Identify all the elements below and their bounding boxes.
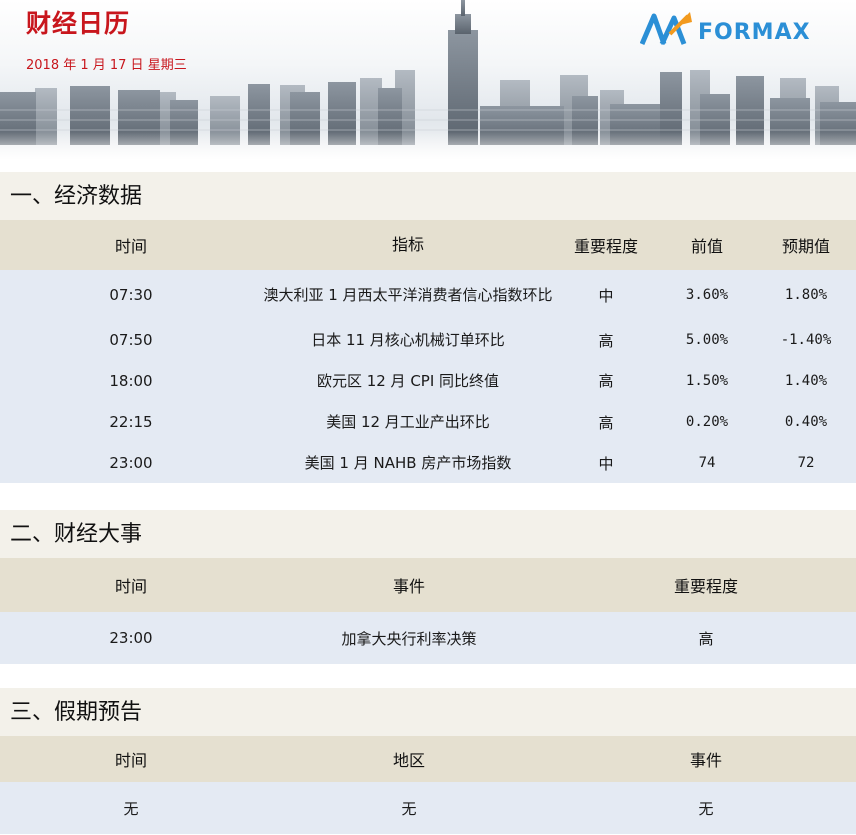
- row-importance: 中: [598, 286, 614, 305]
- financial-events-section: 二、财经大事 时间 事件 重要程度 23:00 加拿大央行利率决策 高: [0, 510, 856, 664]
- row-time: 07:50: [109, 331, 153, 349]
- row-previous: 5.00%: [685, 332, 729, 348]
- col-header-time: 时间: [114, 751, 147, 770]
- holidays-section: 三、假期预告 时间 地区 事件 无 无 无: [0, 688, 856, 834]
- row-importance: 高: [698, 629, 714, 648]
- row-event: 加拿大央行利率决策: [341, 629, 477, 648]
- col-header-event: 事件: [689, 751, 722, 770]
- row-previous: 0.20%: [685, 414, 729, 430]
- table-row: 22:15 美国 12 月工业产出环比 高 0.20% 0.40%: [0, 401, 856, 443]
- economic-data-header-row: 时间 指标 重要程度 前值 预期值: [0, 220, 856, 270]
- col-header-forecast: 预期值: [781, 237, 830, 256]
- col-header-importance: 重要程度: [673, 577, 738, 596]
- row-forecast: 0.40%: [784, 414, 828, 430]
- col-header-event: 事件: [392, 577, 425, 596]
- economic-data-heading: 一、经济数据: [0, 172, 856, 220]
- row-importance: 高: [598, 331, 614, 350]
- financial-events-heading: 二、财经大事: [0, 510, 856, 558]
- col-header-importance: 重要程度: [573, 237, 638, 256]
- col-header-region: 地区: [392, 751, 425, 770]
- row-indicator: 美国 12 月工业产出环比: [326, 413, 490, 431]
- row-indicator: 日本 11 月核心机械订单环比: [311, 331, 505, 349]
- table-row: 07:50 日本 11 月核心机械订单环比 高 5.00% -1.40%: [0, 320, 856, 360]
- row-importance: 高: [598, 413, 614, 432]
- row-time: 07:30: [109, 286, 153, 304]
- row-event: 无: [698, 799, 714, 818]
- financial-events-header-row: 时间 事件 重要程度: [0, 558, 856, 612]
- table-row: 07:30 澳大利亚 1 月西太平洋消费者信心指数环比 中 3.60% 1.80…: [0, 270, 856, 320]
- row-indicator: 欧元区 12 月 CPI 同比终值: [316, 371, 500, 390]
- row-time: 23:00: [109, 629, 153, 647]
- row-time: 无: [123, 799, 139, 818]
- formax-logo-icon: [640, 12, 692, 46]
- holidays-heading: 三、假期预告: [0, 688, 856, 736]
- row-forecast: -1.40%: [780, 332, 832, 348]
- row-indicator: 美国 1 月 NAHB 房产市场指数: [304, 454, 512, 472]
- date-label: 2018 年 1 月 17 日 星期三: [26, 58, 187, 73]
- row-forecast: 1.40%: [784, 372, 828, 389]
- page-title: 财经日历: [26, 9, 131, 38]
- formax-logo-text: FORMAX: [698, 20, 811, 45]
- row-previous: 3.60%: [685, 287, 729, 303]
- row-indicator: 澳大利亚 1 月西太平洋消费者信心指数环比: [263, 286, 553, 304]
- row-previous: 74: [698, 455, 716, 471]
- row-importance: 中: [598, 454, 614, 473]
- header-banner: 财经日历 2018 年 1 月 17 日 星期三 FORMAX: [0, 0, 856, 160]
- col-header-time: 时间: [114, 577, 147, 596]
- row-time: 18:00: [109, 371, 153, 390]
- table-row: 无 无 无: [0, 782, 856, 834]
- table-row: 18:00 欧元区 12 月 CPI 同比终值 高 1.50% 1.40%: [0, 360, 856, 401]
- row-previous: 1.50%: [685, 372, 729, 389]
- row-importance: 高: [598, 372, 614, 390]
- holidays-header-row: 时间 地区 事件: [0, 736, 856, 782]
- economic-data-section: 一、经济数据 时间 指标 重要程度 前值 预期值 07:30 澳大利亚 1 月西…: [0, 172, 856, 483]
- col-header-previous: 前值: [690, 237, 723, 256]
- col-header-time: 时间: [114, 237, 147, 256]
- row-region: 无: [401, 799, 417, 818]
- col-header-indicator: 指标: [391, 235, 424, 254]
- table-row: 23:00 加拿大央行利率决策 高: [0, 612, 856, 664]
- row-time: 23:00: [109, 454, 153, 472]
- row-time: 22:15: [109, 413, 153, 431]
- table-row: 23:00 美国 1 月 NAHB 房产市场指数 中 74 72: [0, 443, 856, 483]
- row-forecast: 1.80%: [784, 287, 828, 303]
- row-forecast: 72: [797, 455, 815, 471]
